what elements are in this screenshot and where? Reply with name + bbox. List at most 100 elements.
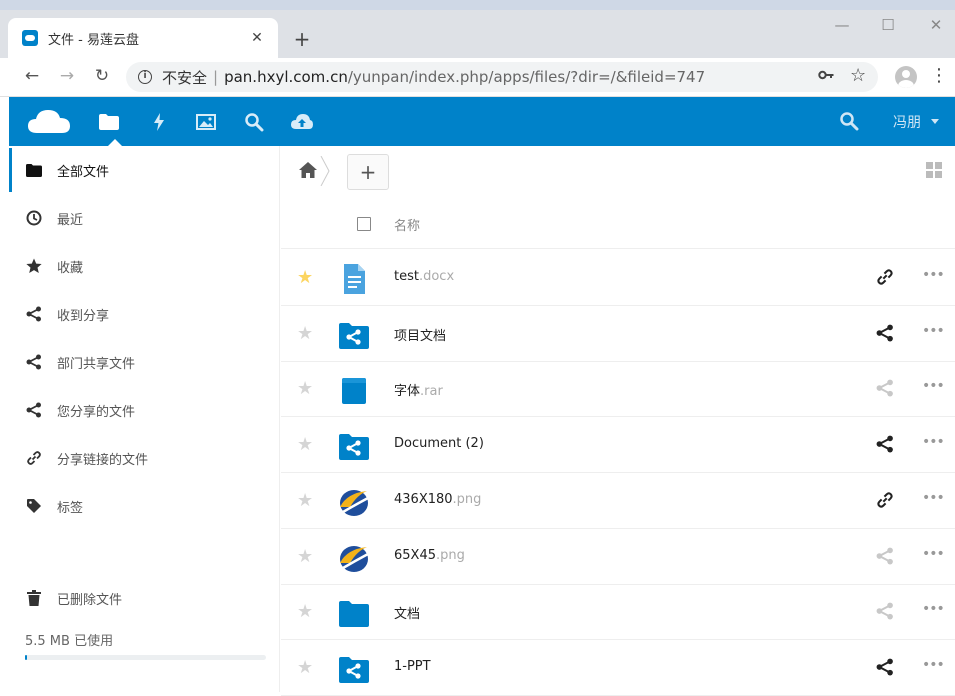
active-app-indicator bbox=[108, 139, 122, 146]
file-name[interactable]: Document (2) bbox=[394, 436, 484, 451]
file-basename: test bbox=[394, 269, 419, 284]
bookmark-star-icon[interactable]: ☆ bbox=[850, 65, 866, 86]
select-all-checkbox[interactable] bbox=[357, 217, 371, 231]
more-actions-icon[interactable]: ••• bbox=[922, 378, 945, 394]
share-icon[interactable] bbox=[876, 379, 894, 401]
column-name-header[interactable]: 名称 bbox=[394, 215, 420, 234]
file-row[interactable]: ★ 1-PPT ••• bbox=[281, 640, 955, 696]
more-actions-icon[interactable]: ••• bbox=[922, 434, 945, 450]
profile-avatar-icon[interactable] bbox=[895, 66, 917, 88]
close-window-button[interactable]: ✕ bbox=[916, 16, 955, 34]
share-link-icon[interactable] bbox=[876, 268, 894, 290]
share-icon[interactable] bbox=[876, 602, 894, 624]
favorite-star-icon[interactable]: ★ bbox=[297, 490, 313, 511]
home-icon[interactable] bbox=[299, 162, 317, 182]
grid-view-icon[interactable] bbox=[926, 162, 942, 182]
back-arrow-icon[interactable]: ← bbox=[21, 66, 43, 86]
user-menu-caret-icon[interactable] bbox=[931, 119, 939, 124]
more-actions-icon[interactable]: ••• bbox=[922, 657, 945, 673]
sidebar-item-all-files[interactable]: 全部文件 bbox=[9, 148, 280, 192]
url-path: /yunpan/index.php/apps/files/?dir=/&file… bbox=[347, 68, 706, 86]
star-icon bbox=[25, 257, 43, 275]
file-extension: .png bbox=[436, 547, 465, 563]
share-icon[interactable] bbox=[876, 324, 894, 346]
header-search-icon[interactable] bbox=[839, 111, 859, 135]
file-basename: 文档 bbox=[394, 607, 421, 623]
share-icon[interactable] bbox=[876, 547, 894, 569]
more-actions-icon[interactable]: ••• bbox=[922, 601, 945, 617]
favorite-star-icon[interactable]: ★ bbox=[297, 546, 313, 567]
file-name[interactable]: 436X180.png bbox=[394, 492, 481, 507]
browser-tab[interactable]: 文件 - 易莲云盘 ✕ bbox=[8, 18, 278, 58]
search-app-icon[interactable] bbox=[231, 97, 277, 146]
file-name[interactable]: 字体.rar bbox=[394, 380, 443, 399]
file-row[interactable]: ★ test.docx ••• bbox=[281, 250, 955, 306]
folder-icon bbox=[337, 596, 371, 630]
file-name[interactable]: test.docx bbox=[394, 269, 454, 284]
file-list-header: 名称 bbox=[281, 200, 955, 249]
file-extension: .png bbox=[452, 491, 482, 507]
sidebar-item-department-shared[interactable]: 部门共享文件 bbox=[9, 340, 280, 384]
address-bar[interactable]: i 不安全 | pan.hxyl.com.cn/yunpan/index.php… bbox=[126, 62, 878, 92]
maximize-button[interactable]: ☐ bbox=[868, 16, 908, 34]
browser-menu-icon[interactable]: ⋮ bbox=[930, 65, 948, 86]
new-tab-button[interactable]: + bbox=[290, 27, 314, 51]
favorite-star-icon[interactable]: ★ bbox=[297, 657, 313, 678]
tab-title: 文件 - 易莲云盘 bbox=[48, 32, 139, 48]
file-row[interactable]: ★ 项目文档 ••• bbox=[281, 306, 955, 362]
file-extension: .rar bbox=[420, 384, 443, 400]
favorite-star-icon[interactable]: ★ bbox=[297, 323, 313, 344]
sidebar-item-favorites[interactable]: 收藏 bbox=[9, 244, 280, 288]
cloud-favicon-icon bbox=[22, 30, 38, 46]
favorite-star-icon[interactable]: ★ bbox=[297, 379, 313, 399]
cloud-upload-icon[interactable] bbox=[279, 97, 325, 146]
share-icon[interactable] bbox=[876, 658, 894, 680]
activity-lightning-icon[interactable] bbox=[136, 97, 182, 146]
share-icon bbox=[25, 305, 43, 323]
file-row[interactable]: ★ 65X45.png ••• bbox=[281, 529, 955, 585]
more-actions-icon[interactable]: ••• bbox=[922, 267, 945, 283]
favorite-star-icon[interactable]: ★ bbox=[297, 268, 313, 288]
favorite-star-icon[interactable]: ★ bbox=[297, 435, 313, 455]
gallery-image-icon[interactable] bbox=[183, 97, 229, 146]
sidebar-item-shared-by-you[interactable]: 您分享的文件 bbox=[9, 388, 280, 432]
sidebar-item-label: 标签 bbox=[57, 500, 84, 516]
info-icon[interactable]: i bbox=[138, 70, 152, 84]
user-menu-name[interactable]: 冯朋 bbox=[893, 112, 921, 132]
file-basename: 436X180 bbox=[394, 491, 453, 507]
tabstrip-top-decoration bbox=[0, 0, 955, 10]
key-icon[interactable] bbox=[818, 68, 834, 86]
file-name[interactable]: 项目文档 bbox=[394, 325, 446, 344]
image-logo-icon bbox=[337, 485, 371, 519]
file-row[interactable]: ★ 字体.rar ••• bbox=[281, 361, 955, 418]
share-icon[interactable] bbox=[876, 435, 894, 457]
minimize-button[interactable]: — bbox=[822, 16, 862, 34]
sidebar-item-shared-with-me[interactable]: 收到分享 bbox=[9, 292, 280, 336]
file-row[interactable]: ★ Document (2) ••• bbox=[281, 417, 955, 474]
trash-label: 已删除文件 bbox=[57, 592, 123, 608]
file-row[interactable]: ★ 文档 ••• bbox=[281, 584, 955, 641]
more-actions-icon[interactable]: ••• bbox=[922, 323, 945, 339]
more-actions-icon[interactable]: ••• bbox=[922, 490, 945, 506]
sidebar-item-shared-by-link[interactable]: 分享链接的文件 bbox=[9, 436, 280, 480]
image-logo-icon bbox=[337, 541, 371, 575]
new-file-button[interactable]: + bbox=[347, 154, 389, 190]
share-link-icon[interactable] bbox=[876, 491, 894, 513]
sidebar-item-recent[interactable]: 最近 bbox=[9, 196, 280, 240]
sidebar-item-trash[interactable]: 已删除文件 bbox=[9, 576, 280, 620]
sidebar-item-tags[interactable]: 标签 bbox=[9, 484, 280, 528]
file-name[interactable]: 文档 bbox=[394, 603, 420, 622]
forward-arrow-icon[interactable]: → bbox=[56, 66, 78, 86]
share-icon bbox=[25, 401, 43, 419]
shared-folder-icon bbox=[337, 652, 371, 686]
file-name[interactable]: 1-PPT bbox=[394, 659, 431, 674]
tab-close-icon[interactable]: ✕ bbox=[246, 30, 268, 46]
files-list-view: + 名称 ★ test.docx ••• ★ 项目文档 ••• ★ 字体.rar ••• ★ Doc… bbox=[281, 146, 955, 696]
favorite-star-icon[interactable]: ★ bbox=[297, 602, 313, 622]
file-name[interactable]: 65X45.png bbox=[394, 548, 465, 563]
cloud-logo-icon[interactable] bbox=[27, 107, 71, 135]
reload-icon[interactable]: ↻ bbox=[91, 66, 113, 86]
file-row[interactable]: ★ 436X180.png ••• bbox=[281, 473, 955, 529]
quota-text: 5.5 MB 已使用 bbox=[25, 634, 114, 649]
more-actions-icon[interactable]: ••• bbox=[922, 546, 945, 562]
